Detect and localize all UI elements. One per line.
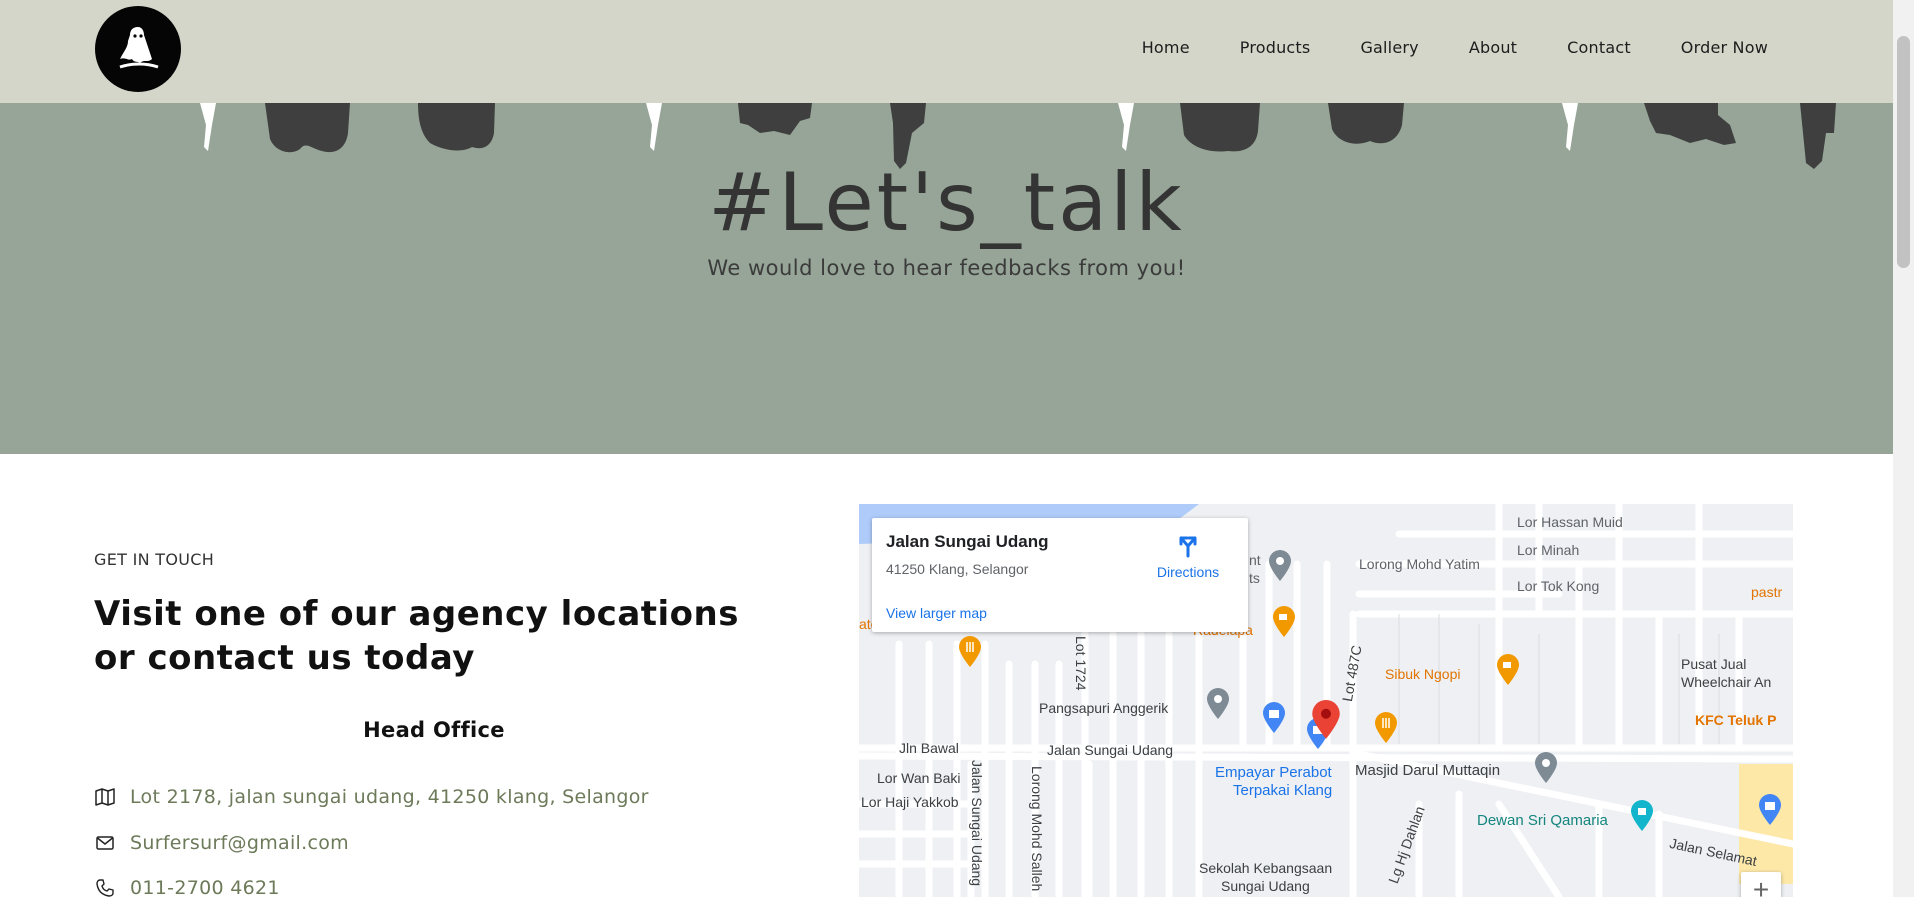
contact-heading: Visit one of our agency locations or con… <box>94 594 739 678</box>
map-label: Jln Bawal <box>899 740 959 756</box>
google-map-embed[interactable]: Lor Hassan Muid Lor Minah Lorong Mohd Ya… <box>859 504 1793 897</box>
cafe-pin-icon[interactable] <box>1495 654 1521 686</box>
restaurant-pin-icon[interactable] <box>957 636 983 668</box>
map-label: Pusat Jual <box>1681 656 1747 672</box>
ghost-surfer-logo-icon-graphic <box>119 27 159 69</box>
map-label: pastr <box>1751 584 1783 600</box>
scrollbar-thumb[interactable] <box>1897 36 1910 268</box>
map-place-title: Jalan Sungai Udang <box>886 532 1049 551</box>
map-label: Sekolah Kebangsaan <box>1199 860 1333 876</box>
map-label: Sungai Udang <box>1221 878 1310 894</box>
address-row: Lot 2178, jalan sungai udang, 41250 klan… <box>94 786 649 808</box>
view-larger-map-link[interactable]: View larger map <box>886 605 987 621</box>
directions-label: Directions <box>1156 564 1220 580</box>
zoom-in-button[interactable]: + <box>1741 872 1781 897</box>
map-label: Lor Minah <box>1517 542 1580 558</box>
site-header: Home Products Gallery About Contact Orde… <box>0 0 1893 103</box>
page-scrollbar[interactable] <box>1893 0 1914 897</box>
directions-button[interactable]: Directions <box>1150 532 1226 580</box>
map-label: Lorong Mohd Yatim <box>1359 556 1480 572</box>
nav-gallery[interactable]: Gallery <box>1360 38 1418 57</box>
map-label: Sibuk Ngopi <box>1385 666 1461 682</box>
shopping-pin-icon[interactable] <box>1261 702 1287 734</box>
map-label: Dewan Sri Qamaria <box>1477 812 1608 829</box>
map-label: Lor Wan Baki <box>877 770 961 786</box>
mosque-pin-icon[interactable] <box>1533 752 1559 784</box>
nav-order-now[interactable]: Order Now <box>1681 38 1768 57</box>
location-marker-icon[interactable] <box>1309 700 1343 740</box>
ghost-surfer-logo-icon[interactable] <box>95 6 181 92</box>
cafe-pin-icon[interactable] <box>1271 606 1297 638</box>
map-label: Lot 1724 <box>1073 636 1089 691</box>
map-label: Empayar Perabot <box>1215 764 1332 781</box>
map-label: Jalan Sungai Udang <box>1047 742 1174 758</box>
map-label: Wheelchair An <box>1681 674 1772 690</box>
phone-text[interactable]: 011-2700 4621 <box>130 877 280 897</box>
map-label: Pangsapuri Anggerik <box>1039 700 1169 716</box>
map-info-card: Jalan Sungai Udang 41250 Klang, Selangor… <box>872 518 1248 632</box>
map-place-address: 41250 Klang, Selangor <box>886 561 1029 577</box>
directions-icon <box>1179 536 1197 558</box>
hero-banner: #Let's_talk We would love to hear feedba… <box>0 103 1893 454</box>
restaurant-pin-icon[interactable] <box>1373 712 1399 744</box>
phone-row: 011-2700 4621 <box>94 877 280 897</box>
email-row: Surfersurf@gmail.com <box>94 832 349 854</box>
hero-title: #Let's_talk <box>708 156 1185 249</box>
address-text: Lot 2178, jalan sungai udang, 41250 klan… <box>130 786 649 808</box>
map-label: KFC Teluk P <box>1695 712 1777 728</box>
map-label: Terpakai Klang <box>1233 782 1333 799</box>
get-in-touch-kicker: GET IN TOUCH <box>94 550 215 569</box>
map-label: Lor Hassan Muid <box>1517 514 1623 530</box>
nav-contact[interactable]: Contact <box>1567 38 1631 57</box>
map-label: Masjid Darul Muttaqin <box>1355 762 1501 779</box>
grey-place-pin-icon[interactable] <box>1205 688 1231 720</box>
map-label: nt <box>1249 552 1261 568</box>
envelope-icon <box>94 832 116 854</box>
map-label: Jalan Sungai Udang <box>969 760 985 887</box>
hall-pin-icon[interactable] <box>1629 800 1655 832</box>
map-label: Lor Tok Kong <box>1517 578 1600 594</box>
map-label: ts <box>1249 570 1260 586</box>
main-nav: Home Products Gallery About Contact Orde… <box>1142 38 1768 57</box>
map-label: Lor Haji Yakkob <box>861 794 959 810</box>
email-link[interactable]: Surfersurf@gmail.com <box>130 832 349 854</box>
nav-about[interactable]: About <box>1469 38 1517 57</box>
map-label: Lorong Mohd Salleh <box>1029 766 1045 892</box>
phone-icon <box>94 877 116 897</box>
shopping-pin-icon[interactable] <box>1757 794 1783 826</box>
hero-subtitle: We would love to hear feedbacks from you… <box>707 256 1186 280</box>
nav-products[interactable]: Products <box>1240 38 1311 57</box>
nav-home[interactable]: Home <box>1142 38 1190 57</box>
head-office-title: Head Office <box>363 718 505 742</box>
grey-place-pin-icon[interactable] <box>1267 550 1293 582</box>
map-icon <box>94 786 116 808</box>
